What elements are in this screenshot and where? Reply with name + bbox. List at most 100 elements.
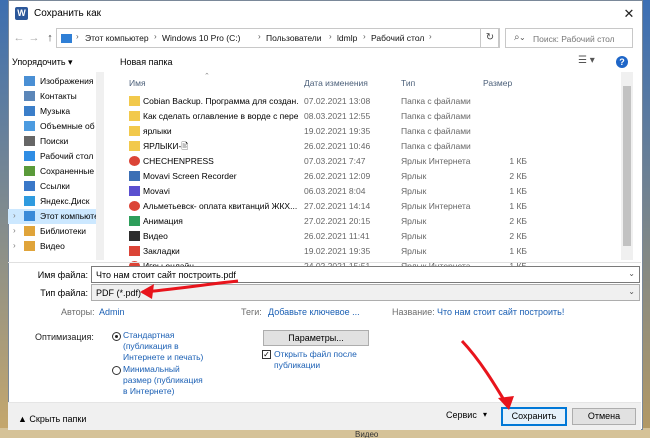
chevron-right-icon: › <box>258 32 261 41</box>
filetype-select[interactable]: PDF (*.pdf) ⌄ <box>91 284 640 301</box>
up-arrow-icon[interactable]: ↑ <box>43 30 57 46</box>
sidebar-item[interactable]: Объемные об <box>8 119 103 134</box>
tags-value[interactable]: Добавьте ключевое ... <box>268 307 360 317</box>
file-type: Папка с файлами <box>401 126 471 136</box>
search-icon: ⌕ <box>514 32 520 43</box>
scrollbar-thumb[interactable] <box>623 86 631 246</box>
sidebar-item[interactable]: › Видео <box>8 239 103 254</box>
filetype-label: Тип файла: <box>40 288 88 298</box>
option-minimum-label[interactable]: Минимальный размер (публикация в Интерне… <box>123 364 203 397</box>
file-type: Ярлык <box>401 171 427 181</box>
title-value[interactable]: Что нам стоит сайт построить! <box>437 307 564 317</box>
file-row[interactable]: CHECHENPRESS 07.03.2021 7:47 Ярлык Интерне… <box>119 154 619 169</box>
divider <box>8 262 641 263</box>
back-arrow-icon[interactable]: ← <box>12 30 26 46</box>
file-name: ярлыки <box>143 126 172 136</box>
sidebar-item[interactable]: Яндекс.Диск <box>8 194 103 209</box>
file-row[interactable]: ЯРЛЫКИ-🖹 26.02.2021 10:46 Папка с файлами <box>119 139 619 154</box>
file-row[interactable]: Анимация 27.02.2021 20:15 Ярлык 2 КБ <box>119 214 619 229</box>
tags-label: Теги: <box>241 307 262 317</box>
folder-icon <box>129 141 140 151</box>
expand-chevron-icon[interactable]: › <box>13 211 16 220</box>
sidebar-item-label: Сохраненные <box>40 166 95 176</box>
organize-button[interactable]: Упорядочить ▾ <box>12 57 73 68</box>
view-options-icon[interactable]: ☰ ▾ <box>578 55 595 66</box>
open-after-checkbox[interactable]: ✓ <box>262 350 271 359</box>
sidebar-item[interactable]: › Библиотеки <box>8 224 103 239</box>
column-header-date[interactable]: Дата изменения <box>304 78 368 88</box>
file-date: 08.03.2021 12:55 <box>304 111 371 121</box>
sidebar-item-label: Изображения <box>40 76 94 86</box>
folder-icon <box>129 111 140 121</box>
help-icon[interactable]: ? <box>616 56 628 68</box>
file-row[interactable]: Как сделать оглавление в ворде с пере...… <box>119 109 619 124</box>
forward-arrow-icon[interactable]: → <box>27 30 41 46</box>
sidebar-item[interactable]: Музыка <box>8 104 103 119</box>
file-row[interactable]: ярлыки 19.02.2021 19:35 Папка с файлами <box>119 124 619 139</box>
breadcrumb-users[interactable]: Пользователи <box>266 33 321 43</box>
chevron-right-icon: › <box>363 32 366 41</box>
app-shortcut-icon <box>129 231 140 241</box>
search-placeholder: Поиск: Рабочий стол <box>533 34 615 44</box>
sidebar-item[interactable]: Ссылки <box>8 179 103 194</box>
sidebar-scrollbar[interactable] <box>96 72 104 260</box>
sidebar-item[interactable]: Контакты <box>8 89 103 104</box>
file-row[interactable]: Movavi Screen Recorder 26.02.2021 12:09 Яр… <box>119 169 619 184</box>
breadcrumb-desktop[interactable]: Рабочий стол <box>371 33 424 43</box>
chevron-down-icon[interactable]: ⌄ <box>628 269 635 278</box>
hide-folders-button[interactable]: ▲ Скрыть папки <box>18 414 86 424</box>
chevron-right-icon: › <box>429 32 432 41</box>
cancel-button[interactable]: Отмена <box>572 408 636 425</box>
app-shortcut-icon <box>129 246 140 256</box>
file-date: 07.02.2021 13:08 <box>304 96 371 106</box>
breadcrumb-user[interactable]: ldmlp <box>337 33 357 43</box>
new-folder-button[interactable]: Новая папка <box>120 57 172 67</box>
caret-down-icon[interactable]: ▾ <box>483 410 487 419</box>
address-bar[interactable]: › Этот компьютер › Windows 10 Pro (C:) ›… <box>56 28 526 48</box>
sort-caret-icon: ⌃ <box>204 73 210 80</box>
column-header-size[interactable]: Размер <box>483 78 512 88</box>
filename-input[interactable]: Что нам стоит сайт построить.pdf ⌄ <box>91 266 640 283</box>
expand-chevron-icon[interactable]: › <box>13 241 16 250</box>
refresh-button[interactable]: ↻ <box>480 28 500 48</box>
background-desktop-label: Видео <box>355 430 379 438</box>
column-header-type[interactable]: Тип <box>401 78 415 88</box>
breadcrumb-this-pc[interactable]: Этот компьютер <box>85 33 149 43</box>
option-standard-label[interactable]: Стандартная (публикация в Интернете и пе… <box>123 330 203 363</box>
radio-minimum[interactable] <box>112 366 121 375</box>
file-row[interactable]: Movavi 06.03.2021 8:04 Ярлык 1 КБ <box>119 184 619 199</box>
file-name: CHECHENPRESS <box>143 156 214 166</box>
column-header-name[interactable]: Имя <box>129 78 146 88</box>
file-name: Movavi <box>143 186 170 196</box>
radio-standard[interactable] <box>112 332 121 341</box>
save-button[interactable]: Сохранить <box>501 407 567 426</box>
music-icon <box>24 106 35 116</box>
sidebar-item[interactable]: › Этот компьютер <box>8 209 103 224</box>
file-row[interactable]: Закладки 19.02.2021 19:35 Ярлык 1 КБ <box>119 244 619 259</box>
search-box[interactable]: ⌕ Поиск: Рабочий стол <box>505 28 633 48</box>
sidebar-item[interactable]: Сохраненные <box>8 164 103 179</box>
sidebar-item[interactable]: Изображения <box>8 74 103 89</box>
background-right-edge <box>643 0 650 438</box>
tools-menu[interactable]: Сервис <box>446 410 477 420</box>
chevron-down-icon[interactable]: ⌄ <box>628 287 635 296</box>
breadcrumb-drive[interactable]: Windows 10 Pro (C:) <box>162 33 240 43</box>
3d-objects-icon <box>24 121 35 131</box>
file-row[interactable]: Альметьевск- оплата квитанций ЖКХ... 27.0… <box>119 199 619 214</box>
file-row[interactable]: Cobian Backup. Программа для создан... 07… <box>119 94 619 109</box>
expand-chevron-icon[interactable]: › <box>13 226 16 235</box>
sidebar-item[interactable]: Рабочий стол <box>8 149 103 164</box>
parameters-button[interactable]: Параметры... <box>263 330 369 346</box>
video-icon <box>24 241 35 251</box>
file-row[interactable]: Видео 26.02.2021 11:41 Ярлык 2 КБ <box>119 229 619 244</box>
open-after-label[interactable]: Открыть файл после публикации <box>274 349 357 371</box>
authors-value[interactable]: Admin <box>99 307 125 317</box>
file-size: 2 КБ <box>509 171 527 181</box>
sidebar-item[interactable]: Поиски <box>8 134 103 149</box>
option-minimum-line-2: размер (публикация <box>123 375 203 385</box>
contacts-icon <box>24 91 35 101</box>
title-label: Название: <box>392 307 435 317</box>
file-type: Папка с файлами <box>401 96 471 106</box>
file-name: Как сделать оглавление в ворде с пере... <box>143 111 298 121</box>
close-button[interactable]: ✕ <box>616 1 642 27</box>
